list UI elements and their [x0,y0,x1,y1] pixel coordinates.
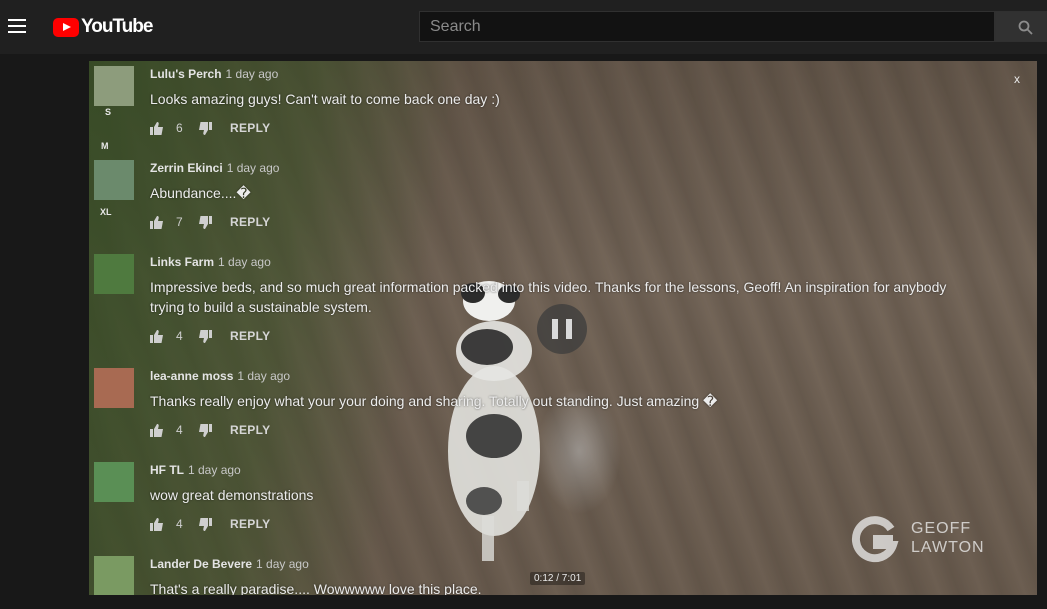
logo-text: YouTube [81,16,153,37]
comment-text: wow great demonstrations [150,487,314,503]
search-icon [1018,20,1033,35]
watermark-line-1: GEOFF [911,520,972,537]
reply-button[interactable]: REPLY [230,517,270,531]
search-input[interactable] [419,11,995,42]
avatar[interactable] [94,254,134,294]
g-logo-icon [851,516,899,563]
reply-button[interactable]: REPLY [230,423,270,437]
thumbs-up-icon[interactable] [150,215,164,229]
comment-text: Looks amazing guys! Can't wait to come b… [150,91,500,107]
comment-time: 1 day ago [226,161,280,175]
avatar[interactable] [94,556,134,595]
reply-button[interactable]: REPLY [230,329,270,343]
comment-author[interactable]: Lulu's Perch 1 day ago [150,67,278,81]
reply-button[interactable]: REPLY [230,215,270,229]
like-count: 4 [176,517,183,531]
close-comments-button[interactable]: x [1014,72,1020,86]
comment-author[interactable]: Lander De Bevere 1 day ago [150,557,309,571]
thumbs-down-icon[interactable] [198,215,212,229]
avatar[interactable] [94,462,134,502]
video-player[interactable]: x S M XL Lulu's Perch 1 day ago Looks ama… [89,61,1037,595]
comment-actions: 6 REPLY [150,119,270,137]
comment-time: 1 day ago [225,67,279,81]
thumbs-up-icon[interactable] [150,121,164,135]
comment-time: 1 day ago [256,557,309,571]
comment-time: 1 day ago [237,369,291,383]
comment-author[interactable]: HF TL 1 day ago [150,463,241,477]
comment-time: 1 day ago [218,255,271,269]
thumbs-up-icon[interactable] [150,423,164,437]
thumbs-down-icon[interactable] [198,517,212,531]
comment-actions: 4 REPLY [150,515,270,533]
video-timecode: 0:12 / 7:01 [530,572,586,585]
like-count: 4 [176,329,183,343]
comment-author[interactable]: lea-anne moss 1 day ago [150,369,290,383]
avatar[interactable] [94,160,134,200]
like-count: 6 [176,121,183,135]
comment-text: Abundance....� [150,185,251,201]
play-logo-icon [53,17,79,37]
thumbs-up-icon[interactable] [150,329,164,343]
comment-author[interactable]: Zerrin Ekinci 1 day ago [150,161,279,175]
comment-text: Thanks really enjoy what your your doing… [150,393,718,409]
comment-actions: 4 REPLY [150,327,270,345]
search-button[interactable] [995,11,1047,42]
geoff-lawton-watermark: GEOFF LAWTON [851,515,1001,569]
avatar[interactable] [94,368,134,408]
comment-author[interactable]: Links Farm 1 day ago [150,255,271,269]
comment-text: Impressive beds, and so much great infor… [150,279,947,315]
like-count: 7 [176,215,183,229]
thumbs-down-icon[interactable] [198,329,212,343]
comment-time: 1 day ago [188,463,241,477]
thumbs-down-icon[interactable] [198,423,212,437]
comment-actions: 4 REPLY [150,421,270,439]
like-count: 4 [176,423,183,437]
thumbs-up-icon[interactable] [150,517,164,531]
reply-button[interactable]: REPLY [230,121,270,135]
top-bar: YouTube [0,0,1047,54]
avatar[interactable] [94,66,134,106]
youtube-logo[interactable]: YouTube [53,16,153,38]
comment-actions: 7 REPLY [150,213,270,231]
watermark-line-2: LAWTON [911,539,985,556]
hamburger-menu-icon[interactable] [8,19,26,33]
thumbs-down-icon[interactable] [198,121,212,135]
